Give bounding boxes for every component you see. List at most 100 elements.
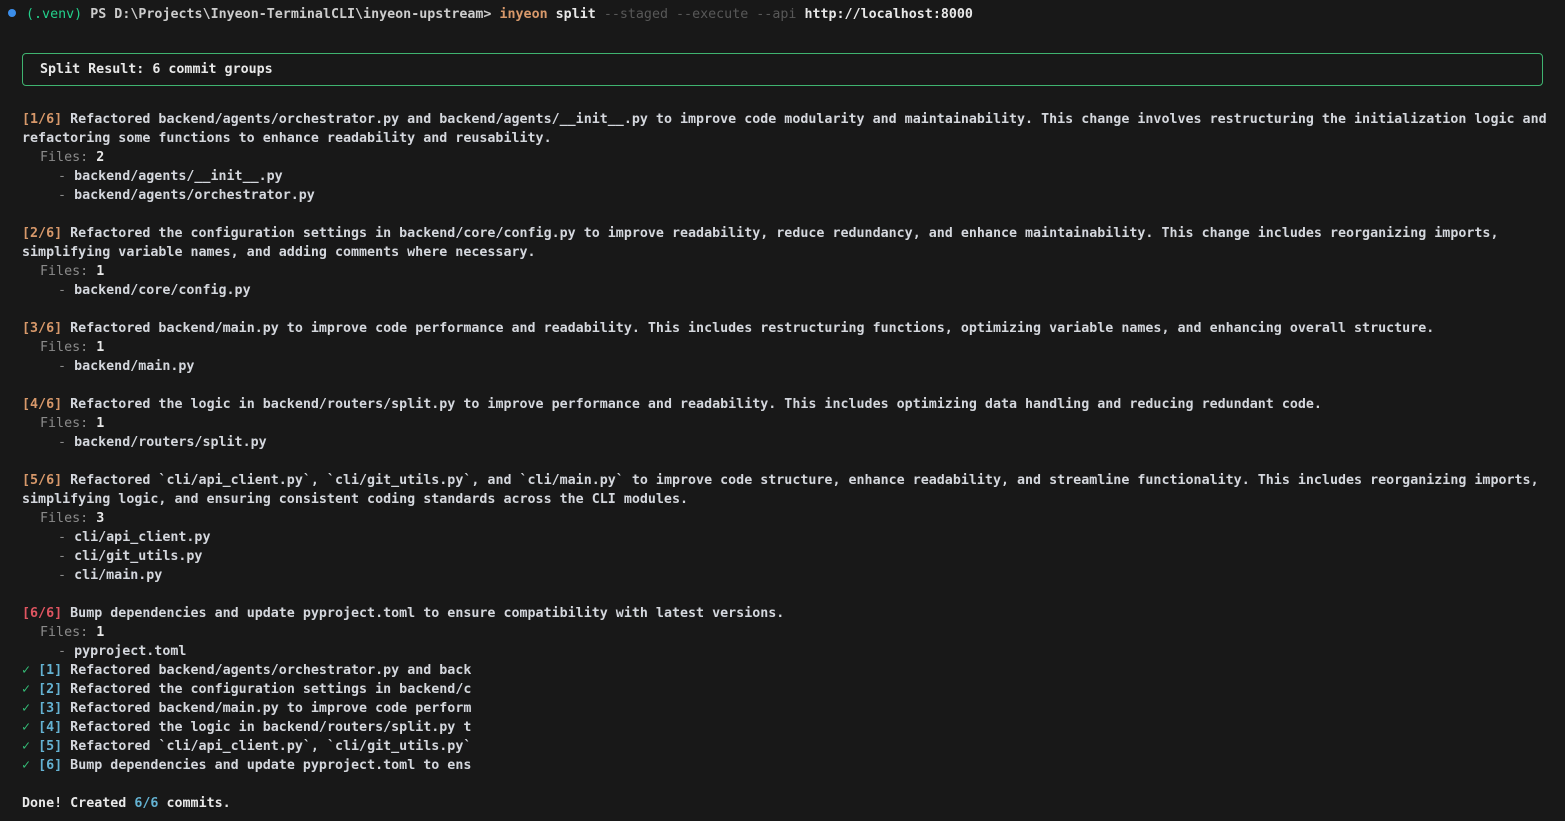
- split-result-box: Split Result: 6 commit groups: [22, 53, 1543, 86]
- commit-index: [3]: [38, 701, 62, 716]
- group-description: Bump dependencies and update pyproject.t…: [70, 606, 784, 621]
- group-label: [2/6]: [22, 226, 62, 241]
- commit-group-4: [4/6] Refactored the logic in backend/ro…: [22, 395, 1553, 452]
- file-path: cli/main.py: [74, 568, 162, 583]
- done-suffix: commits.: [166, 796, 230, 811]
- check-icon: ✓: [22, 701, 30, 716]
- split-output: [1/6] Refactored backend/agents/orchestr…: [22, 110, 1553, 813]
- files-count: 1: [96, 416, 104, 431]
- group-description-line: [5/6] Refactored `cli/api_client.py`, `c…: [22, 471, 1553, 509]
- prompt-line: (.venv) PS D:\Projects\Inyeon-TerminalCL…: [0, 0, 1565, 24]
- commit-created-line: ✓ [2] Refactored the configuration setti…: [22, 680, 1553, 699]
- commit-summary: Refactored backend/main.py to improve co…: [70, 701, 471, 716]
- check-icon: ✓: [22, 720, 30, 735]
- commit-created-line: ✓ [1] Refactored backend/agents/orchestr…: [22, 661, 1553, 680]
- done-status-line: Done! Created 6/6 commits.: [22, 794, 1553, 813]
- group-description: Refactored the configuration settings in…: [22, 226, 1498, 260]
- files-count: 2: [96, 150, 104, 165]
- check-icon: ✓: [22, 682, 30, 697]
- files-label: Files:: [40, 340, 88, 355]
- check-icon: ✓: [22, 739, 30, 754]
- files-label: Files:: [40, 150, 88, 165]
- file-dash-icon: -: [58, 435, 66, 450]
- files-count-line: Files: 3: [22, 509, 1553, 528]
- files-count: 3: [96, 511, 104, 526]
- command-subcommand: split: [556, 7, 596, 22]
- file-dash-icon: -: [58, 530, 66, 545]
- group-description: Refactored the logic in backend/routers/…: [70, 397, 1322, 412]
- file-dash-icon: -: [58, 283, 66, 298]
- commit-group-3: [3/6] Refactored backend/main.py to impr…: [22, 319, 1553, 376]
- file-dash-icon: -: [58, 568, 66, 583]
- group-label: [5/6]: [22, 473, 62, 488]
- commit-created-line: ✓ [6] Bump dependencies and update pypro…: [22, 756, 1553, 775]
- group-label: [6/6]: [22, 606, 62, 621]
- shell-label: PS: [90, 7, 106, 22]
- commit-index: [1]: [38, 663, 62, 678]
- check-icon: ✓: [22, 758, 30, 773]
- group-description-line: [1/6] Refactored backend/agents/orchestr…: [22, 110, 1553, 148]
- files-count-line: Files: 1: [22, 414, 1553, 433]
- file-path: backend/agents/__init__.py: [74, 169, 283, 184]
- file-list-item: - backend/agents/orchestrator.py: [22, 186, 1553, 205]
- command-flags: --staged --execute --api: [604, 7, 797, 22]
- group-label: [4/6]: [22, 397, 62, 412]
- file-dash-icon: -: [58, 549, 66, 564]
- commit-group-6: [6/6] Bump dependencies and update pypro…: [22, 604, 1553, 661]
- check-icon: ✓: [22, 663, 30, 678]
- done-prefix: Done! Created: [22, 796, 126, 811]
- file-list-item: - backend/core/config.py: [22, 281, 1553, 300]
- commit-summary: Refactored backend/agents/orchestrator.p…: [70, 663, 471, 678]
- commit-group-5: [5/6] Refactored `cli/api_client.py`, `c…: [22, 471, 1553, 585]
- files-count: 1: [96, 340, 104, 355]
- file-dash-icon: -: [58, 359, 66, 374]
- file-list-item: - backend/main.py: [22, 357, 1553, 376]
- commit-index: [2]: [38, 682, 62, 697]
- commit-index: [6]: [38, 758, 62, 773]
- file-path: cli/api_client.py: [74, 530, 210, 545]
- group-description: Refactored `cli/api_client.py`, `cli/git…: [22, 473, 1539, 507]
- commit-group-2: [2/6] Refactored the configuration setti…: [22, 224, 1553, 300]
- file-list-item: - backend/agents/__init__.py: [22, 167, 1553, 186]
- files-label: Files:: [40, 264, 88, 279]
- file-list-item: - cli/main.py: [22, 566, 1553, 585]
- file-list-item: - pyproject.toml: [22, 642, 1553, 661]
- group-description-line: [4/6] Refactored the logic in backend/ro…: [22, 395, 1553, 414]
- file-list-item: - cli/git_utils.py: [22, 547, 1553, 566]
- file-path: pyproject.toml: [74, 644, 186, 659]
- created-commits-list: ✓ [1] Refactored backend/agents/orchestr…: [22, 661, 1553, 775]
- terminal-screen[interactable]: (.venv) PS D:\Projects\Inyeon-TerminalCL…: [0, 0, 1565, 813]
- files-label: Files:: [40, 416, 88, 431]
- file-path: backend/routers/split.py: [74, 435, 267, 450]
- terminal-indicator-icon: [8, 9, 16, 17]
- file-list-item: - backend/routers/split.py: [22, 433, 1553, 452]
- files-count: 1: [96, 264, 104, 279]
- commit-summary: Refactored `cli/api_client.py`, `cli/git…: [70, 739, 471, 754]
- done-count: 6/6: [134, 796, 158, 811]
- files-count: 1: [96, 625, 104, 640]
- group-description-line: [6/6] Bump dependencies and update pypro…: [22, 604, 1553, 623]
- venv-badge: (.venv): [26, 7, 82, 22]
- commit-summary: Refactored the configuration settings in…: [70, 682, 471, 697]
- commit-index: [4]: [38, 720, 62, 735]
- file-dash-icon: -: [58, 644, 66, 659]
- files-count-line: Files: 1: [22, 623, 1553, 642]
- file-dash-icon: -: [58, 188, 66, 203]
- commit-created-line: ✓ [4] Refactored the logic in backend/ro…: [22, 718, 1553, 737]
- file-dash-icon: -: [58, 169, 66, 184]
- commit-summary: Bump dependencies and update pyproject.t…: [70, 758, 471, 773]
- commit-created-line: ✓ [5] Refactored `cli/api_client.py`, `c…: [22, 737, 1553, 756]
- group-label: [1/6]: [22, 112, 62, 127]
- group-description: Refactored backend/main.py to improve co…: [70, 321, 1434, 336]
- file-path: cli/git_utils.py: [74, 549, 202, 564]
- files-count-line: Files: 1: [22, 262, 1553, 281]
- file-path: backend/main.py: [74, 359, 194, 374]
- file-path: backend/core/config.py: [74, 283, 251, 298]
- group-description-line: [3/6] Refactored backend/main.py to impr…: [22, 319, 1553, 338]
- cwd-path: D:\Projects\Inyeon-TerminalCLI\inyeon-up…: [114, 7, 491, 22]
- split-result-title: Split Result: 6 commit groups: [40, 62, 273, 77]
- commit-group-1: [1/6] Refactored backend/agents/orchestr…: [22, 110, 1553, 205]
- group-description: Refactored backend/agents/orchestrator.p…: [22, 112, 1547, 146]
- command-name: inyeon: [499, 7, 547, 22]
- command-api-url[interactable]: http://localhost:8000: [804, 7, 973, 22]
